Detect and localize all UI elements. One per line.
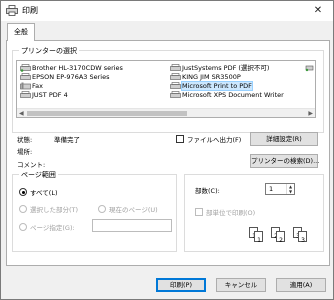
print-dialog: 印刷 ✕ 全般 プリンターの選択 Brother HL-3170CDW seri… bbox=[0, 0, 334, 300]
printer-select-title: プリンターの選択 bbox=[19, 46, 79, 56]
page-range-title: ページ範囲 bbox=[19, 170, 58, 180]
tab-panel-general: プリンターの選択 Brother HL-3170CDW series JustS… bbox=[6, 40, 330, 266]
find-printer-button[interactable]: プリンターの検索(D)... bbox=[250, 154, 319, 168]
close-button[interactable]: ✕ bbox=[303, 1, 333, 21]
spinner-arrows-icon[interactable]: ▲ ▼ bbox=[286, 184, 294, 194]
comment-label: コメント: bbox=[17, 161, 46, 169]
printer-item[interactable]: JustSystems PDF (選択不可) bbox=[170, 64, 269, 73]
close-icon: ✕ bbox=[313, 5, 323, 16]
printer-name: Brother HL-3170CDW series bbox=[32, 64, 123, 72]
printer-icon bbox=[20, 73, 31, 80]
printer-network-icon bbox=[20, 64, 31, 72]
printer-icon bbox=[170, 64, 181, 71]
all-pages-radio[interactable] bbox=[19, 188, 27, 196]
horizontal-scrollbar[interactable]: ◀ ▶ bbox=[17, 108, 315, 117]
collate-page: 1 bbox=[254, 231, 263, 244]
copies-group: 部数(C): 1 ▲▼ 部単位で印刷(O) 1 1 2 2 3 3 bbox=[184, 174, 324, 252]
collate-page: 3 bbox=[298, 231, 307, 244]
printer-item[interactable]: Fax bbox=[20, 82, 43, 91]
cancel-button[interactable]: キャンセル bbox=[216, 278, 266, 292]
collate-page: 2 bbox=[276, 231, 285, 244]
location-label: 場所: bbox=[17, 148, 33, 156]
printer-item-selected[interactable]: Microsoft Print to PDF bbox=[170, 81, 253, 91]
printer-item[interactable]: KING JIM SR3500P bbox=[170, 73, 241, 82]
printer-item[interactable]: Microsoft XPS Document Writer bbox=[170, 91, 284, 100]
page-numbers-radio[interactable] bbox=[19, 223, 27, 231]
printer-item[interactable]: Brother HL-3170CDW series bbox=[20, 64, 123, 73]
printer-name: Fax bbox=[32, 82, 43, 90]
printer-icon bbox=[170, 82, 181, 89]
printer-network-icon bbox=[305, 65, 314, 72]
print-to-file-checkbox[interactable] bbox=[176, 135, 184, 143]
printer-icon bbox=[170, 91, 181, 98]
tab-strip: 全般 bbox=[5, 23, 331, 41]
selection-label[interactable]: 選択した部分(T) bbox=[30, 204, 78, 214]
print-to-file-label[interactable]: ファイルへ出力(F) bbox=[187, 134, 241, 144]
scroll-left-icon[interactable]: ◀ bbox=[19, 110, 24, 117]
preferences-button[interactable]: 詳細設定(R) bbox=[250, 132, 318, 146]
printer-name: EPSON EP-976A3 Series bbox=[32, 73, 110, 81]
printer-icon bbox=[20, 91, 31, 98]
current-page-radio[interactable] bbox=[98, 205, 106, 213]
status-label: 状態: bbox=[17, 136, 33, 144]
all-pages-label[interactable]: すべて(L) bbox=[30, 187, 57, 197]
printer-name: JUST PDF 4 bbox=[32, 91, 68, 99]
current-page-label[interactable]: 現在のページ(U) bbox=[109, 204, 158, 214]
printer-icon bbox=[170, 73, 181, 80]
page-range-group: ページ範囲 すべて(L) 選択した部分(T) 現在のページ(U) ページ指定(G… bbox=[12, 170, 177, 252]
apply-button[interactable]: 適用(A) bbox=[276, 278, 326, 292]
scroll-right-icon[interactable]: ▶ bbox=[308, 110, 313, 117]
printer-item[interactable]: EPSON EP-976A3 Series bbox=[20, 73, 109, 82]
printer-list[interactable]: Brother HL-3170CDW series JustSystems PD… bbox=[16, 60, 316, 118]
window-title: 印刷 bbox=[22, 6, 38, 15]
status-value: 準備完了 bbox=[54, 136, 80, 144]
printer-item[interactable]: JUST PDF 4 bbox=[20, 91, 68, 100]
fax-icon bbox=[20, 82, 31, 90]
title-bar: 印刷 ✕ bbox=[1, 1, 333, 21]
scrollbar-thumb[interactable] bbox=[27, 111, 187, 116]
tab-general[interactable]: 全般 bbox=[7, 23, 35, 41]
printer-name: Microsoft Print to PDF bbox=[181, 81, 253, 91]
printer-name: JustSystems PDF (選択不可) bbox=[182, 64, 270, 72]
printer-name: Microsoft XPS Document Writer bbox=[182, 91, 284, 99]
page-numbers-label[interactable]: ページ指定(G): bbox=[30, 222, 75, 232]
printer-select-group: プリンターの選択 Brother HL-3170CDW series JustS… bbox=[12, 46, 324, 169]
printer-icon bbox=[6, 5, 18, 16]
copies-value: 1 bbox=[269, 185, 274, 193]
selection-radio[interactable] bbox=[19, 205, 27, 213]
collate-label[interactable]: 部単位で印刷(O) bbox=[206, 207, 255, 217]
collate-checkbox[interactable] bbox=[195, 208, 203, 216]
copies-spinner[interactable]: 1 ▲ ▼ bbox=[265, 183, 295, 195]
printer-name: KING JIM SR3500P bbox=[182, 73, 241, 81]
collate-illustration: 1 1 2 2 3 3 bbox=[249, 219, 319, 247]
print-button[interactable]: 印刷(P) bbox=[156, 278, 206, 292]
copies-label: 部数(C): bbox=[195, 187, 220, 195]
page-numbers-input[interactable] bbox=[92, 219, 172, 232]
